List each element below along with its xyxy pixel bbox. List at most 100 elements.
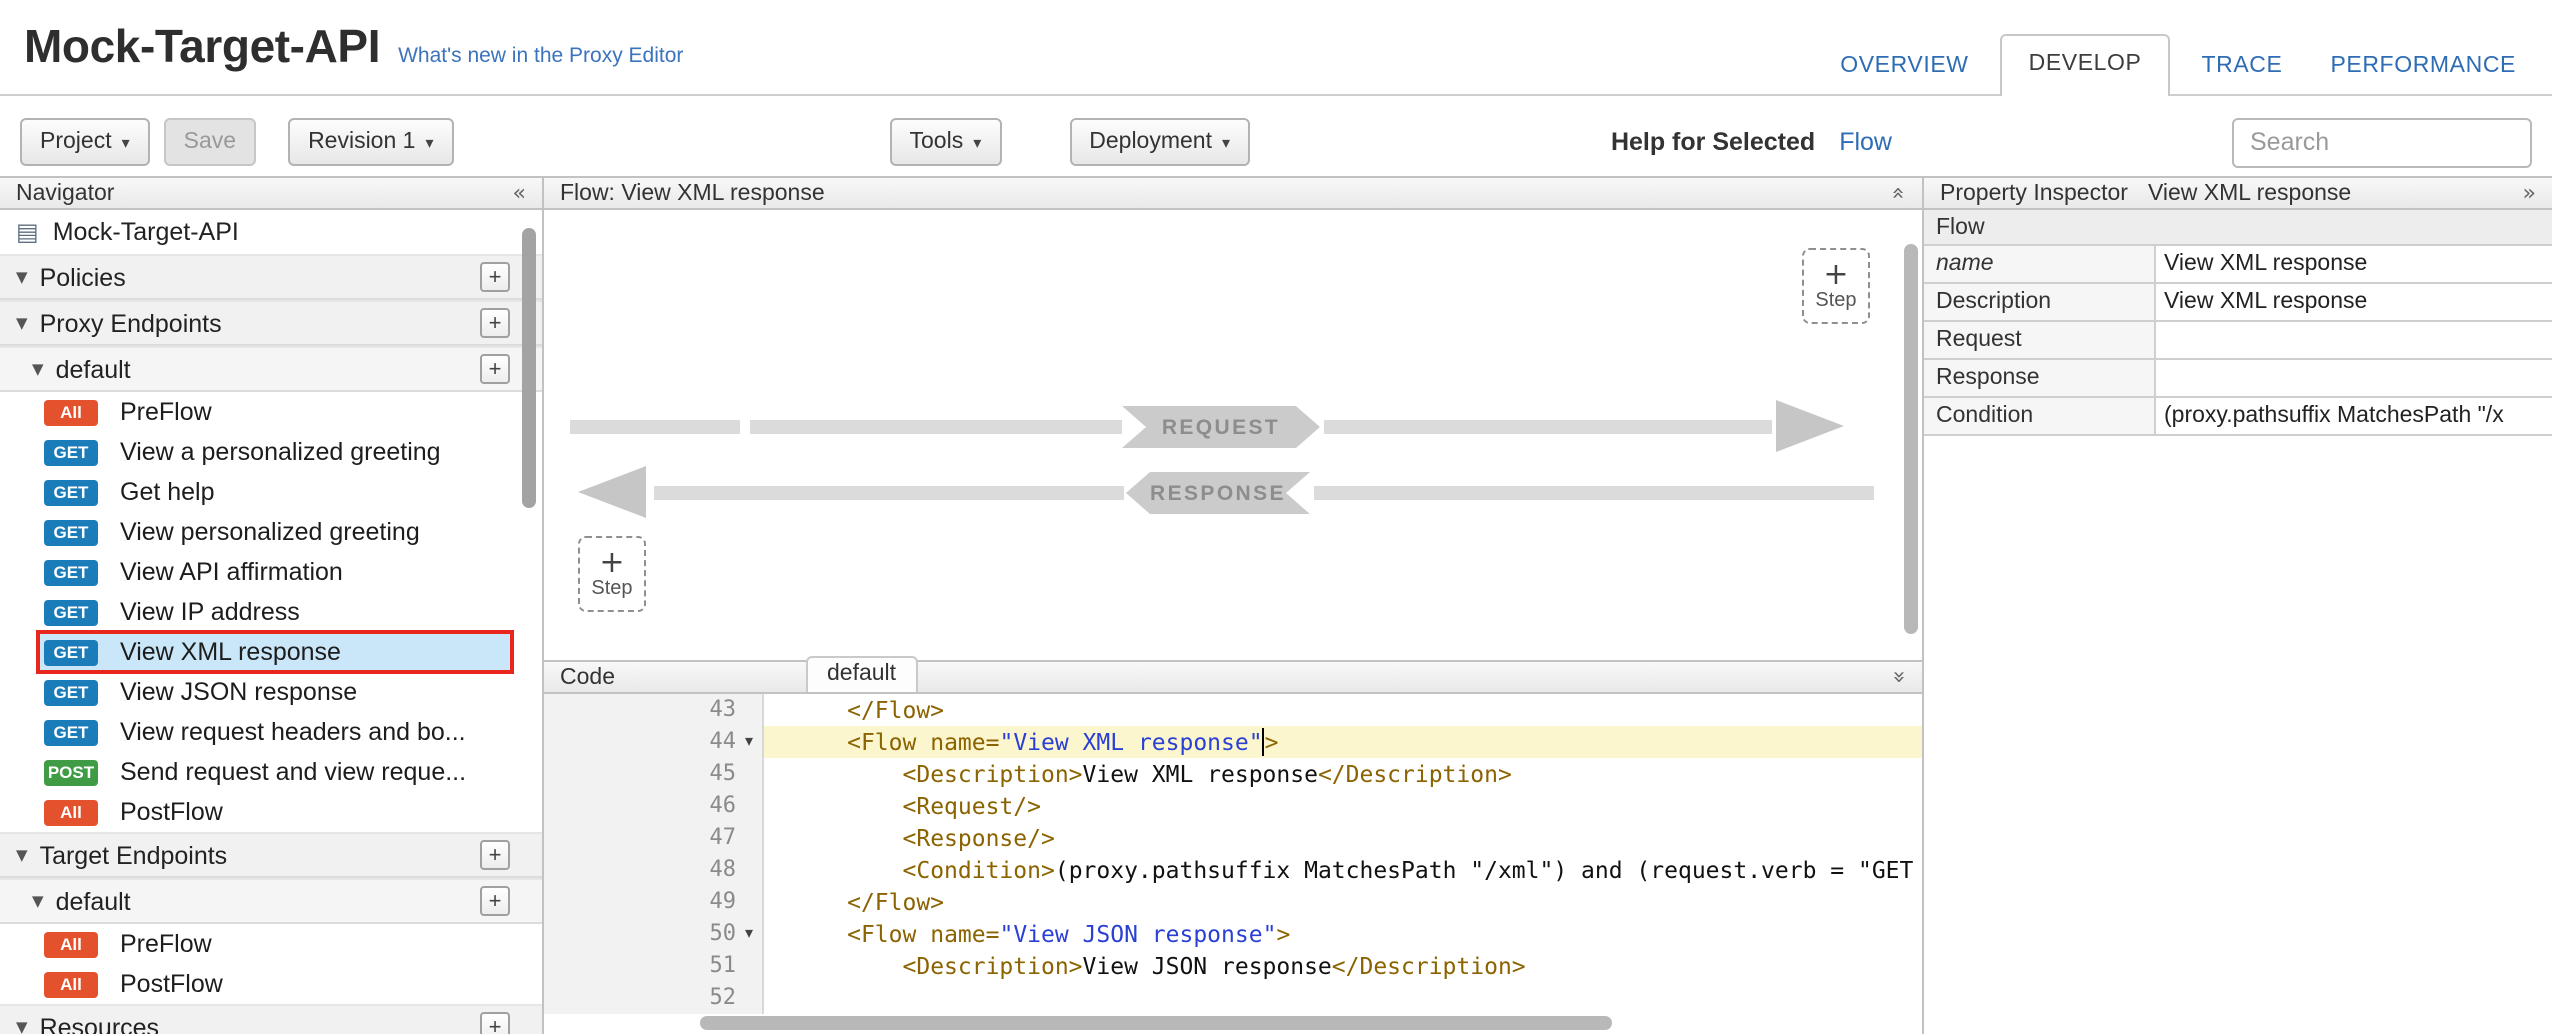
app-header: Mock-Target-API What's new in the Proxy … <box>0 0 2552 96</box>
fold-arrow-icon[interactable]: ▾ <box>736 726 762 758</box>
response-flow-segment <box>1314 486 1874 500</box>
main-tabs: OVERVIEW DEVELOP TRACE PERFORMANCE <box>1808 34 2532 96</box>
code-editor[interactable]: 43 </Flow>44▾ <Flow name="View XML respo… <box>544 694 1922 1034</box>
property-value[interactable] <box>2156 360 2552 396</box>
add-target-endpoint-button[interactable]: + <box>480 840 510 870</box>
add-target-flow-button[interactable]: + <box>480 886 510 916</box>
method-badge: GET <box>44 639 98 665</box>
flow-row[interactable]: All PreFlow <box>0 924 542 964</box>
flow-label: PreFlow <box>120 398 212 426</box>
save-button[interactable]: Save <box>164 118 256 166</box>
triangle-down-icon: ▼ <box>32 360 44 378</box>
main-tab[interactable]: DEVELOP <box>2001 34 2170 96</box>
main-tab[interactable]: PERFORMANCE <box>2314 38 2532 96</box>
code-line[interactable]: 48 <Condition>(proxy.pathsuffix MatchesP… <box>544 854 1922 886</box>
project-menu-button[interactable]: Project ▾ <box>20 118 150 166</box>
flow-row[interactable]: POST Send request and view reque... <box>0 752 542 792</box>
sidebar-section-target-endpoints[interactable]: ▼ Target Endpoints + <box>0 832 542 878</box>
save-label: Save <box>184 130 236 154</box>
expand-panel-icon[interactable]: » <box>2523 182 2536 204</box>
flow-canvas: + Step REQUEST RESPONSE + Step <box>544 210 1922 660</box>
request-flow-segment <box>570 420 740 434</box>
code-line[interactable]: 45 <Description>View XML response</Descr… <box>544 758 1922 790</box>
main-tab[interactable]: TRACE <box>2186 38 2299 96</box>
add-step-button-bottom[interactable]: + Step <box>578 536 646 612</box>
flow-row[interactable]: GET View personalized greeting <box>0 512 542 552</box>
property-value[interactable]: (proxy.pathsuffix MatchesPath "/x <box>2156 398 2552 434</box>
target-flow-list: All PreFlow All PostFlow <box>0 924 542 1004</box>
method-badge: All <box>44 799 98 825</box>
help-for-selected-label: Help for Selected <box>1611 128 1815 156</box>
flow-editor-panel: Flow: View XML response « + Step REQUEST… <box>544 176 1924 1034</box>
flow-row[interactable]: GET View XML response <box>0 632 542 672</box>
flow-label: Send request and view reque... <box>120 758 466 786</box>
whats-new-link[interactable]: What's new in the Proxy Editor <box>398 44 683 68</box>
code-tab-default[interactable]: default <box>805 656 918 692</box>
sidebar-section-target-default[interactable]: ▼ default + <box>0 878 542 924</box>
proxy-root-item[interactable]: ▤ Mock-Target-API <box>0 210 542 254</box>
flow-row[interactable]: All PostFlow <box>0 792 542 832</box>
add-policy-button[interactable]: + <box>480 262 510 292</box>
code-line[interactable]: 50▾ <Flow name="View JSON response"> <box>544 918 1922 950</box>
sidebar-section-proxy-endpoints[interactable]: ▼ Proxy Endpoints + <box>0 300 542 346</box>
property-value[interactable]: View XML response <box>2156 284 2552 320</box>
search-input[interactable] <box>2232 117 2532 167</box>
property-value[interactable] <box>2156 322 2552 358</box>
proxy-endpoints-label: Proxy Endpoints <box>40 309 222 337</box>
flow-row[interactable]: GET View API affirmation <box>0 552 542 592</box>
plus-icon: + <box>599 549 624 575</box>
add-proxy-endpoint-button[interactable]: + <box>480 308 510 338</box>
property-label: Condition <box>1924 398 2156 434</box>
flow-scrollbar[interactable] <box>1904 244 1918 634</box>
method-badge: All <box>44 399 98 425</box>
revision-menu-button[interactable]: Revision 1 ▾ <box>288 118 453 166</box>
tools-label: Tools <box>910 130 964 154</box>
expand-code-panel-icon[interactable]: « <box>1888 670 1910 683</box>
main-tab[interactable]: OVERVIEW <box>1824 38 1984 96</box>
add-step-button-top[interactable]: + Step <box>1802 248 1870 324</box>
flow-label: View IP address <box>120 598 300 626</box>
property-inspector-subtitle: View XML response <box>2148 181 2351 205</box>
property-table: name View XML response Description View … <box>1924 246 2552 436</box>
fold-arrow-icon[interactable]: ▾ <box>736 918 762 950</box>
help-flow-link[interactable]: Flow <box>1839 128 1892 156</box>
flow-label: View XML response <box>120 638 341 666</box>
flow-row[interactable]: GET View JSON response <box>0 672 542 712</box>
triangle-down-icon: ▼ <box>16 268 28 286</box>
tools-menu-button[interactable]: Tools ▾ <box>890 118 1002 166</box>
sidebar-section-proxy-default[interactable]: ▼ default + <box>0 346 542 392</box>
code-panel-title: Code <box>560 665 615 689</box>
target-default-label: default <box>56 887 131 915</box>
property-label: Response <box>1924 360 2156 396</box>
deployment-menu-button[interactable]: Deployment ▾ <box>1069 118 1250 166</box>
add-resource-button[interactable]: + <box>480 1012 510 1034</box>
sidebar-section-policies[interactable]: ▼ Policies + <box>0 254 542 300</box>
flow-row[interactable]: GET View a personalized greeting <box>0 432 542 472</box>
code-line[interactable]: 46 <Request/> <box>544 790 1922 822</box>
flow-label: View request headers and bo... <box>120 718 466 746</box>
flow-row[interactable]: GET View IP address <box>0 592 542 632</box>
navigator-scrollbar[interactable] <box>522 228 536 508</box>
flow-row[interactable]: All PreFlow <box>0 392 542 432</box>
proxy-root-label: Mock-Target-API <box>53 218 239 246</box>
sidebar-section-resources[interactable]: ▼ Resources + <box>0 1004 542 1034</box>
flow-row[interactable]: All PostFlow <box>0 964 542 1004</box>
code-horizontal-scrollbar[interactable] <box>700 1016 1612 1030</box>
code-line[interactable]: 44▾ <Flow name="View XML response"> <box>544 726 1922 758</box>
add-flow-button[interactable]: + <box>480 354 510 384</box>
collapse-flow-panel-icon[interactable]: « <box>1888 186 1910 199</box>
proxy-default-label: default <box>56 355 131 383</box>
code-line[interactable]: 47 <Response/> <box>544 822 1922 854</box>
triangle-down-icon: ▼ <box>32 892 44 910</box>
code-line[interactable]: 43 </Flow> <box>544 694 1922 726</box>
code-line[interactable]: 49 </Flow> <box>544 886 1922 918</box>
line-number-gutter: 52 <box>544 982 764 1014</box>
collapse-panel-icon[interactable]: « <box>513 182 526 204</box>
flow-row[interactable]: GET View request headers and bo... <box>0 712 542 752</box>
code-line[interactable]: 51 <Description>View JSON response</Desc… <box>544 950 1922 982</box>
property-value[interactable]: View XML response <box>2156 246 2552 282</box>
flow-row[interactable]: GET Get help <box>0 472 542 512</box>
code-line[interactable]: 52 <box>544 982 1922 1014</box>
toolbar: Project ▾ Save Revision 1 ▾ Tools ▾ Depl… <box>0 96 2552 176</box>
response-flow-segment <box>654 486 1124 500</box>
